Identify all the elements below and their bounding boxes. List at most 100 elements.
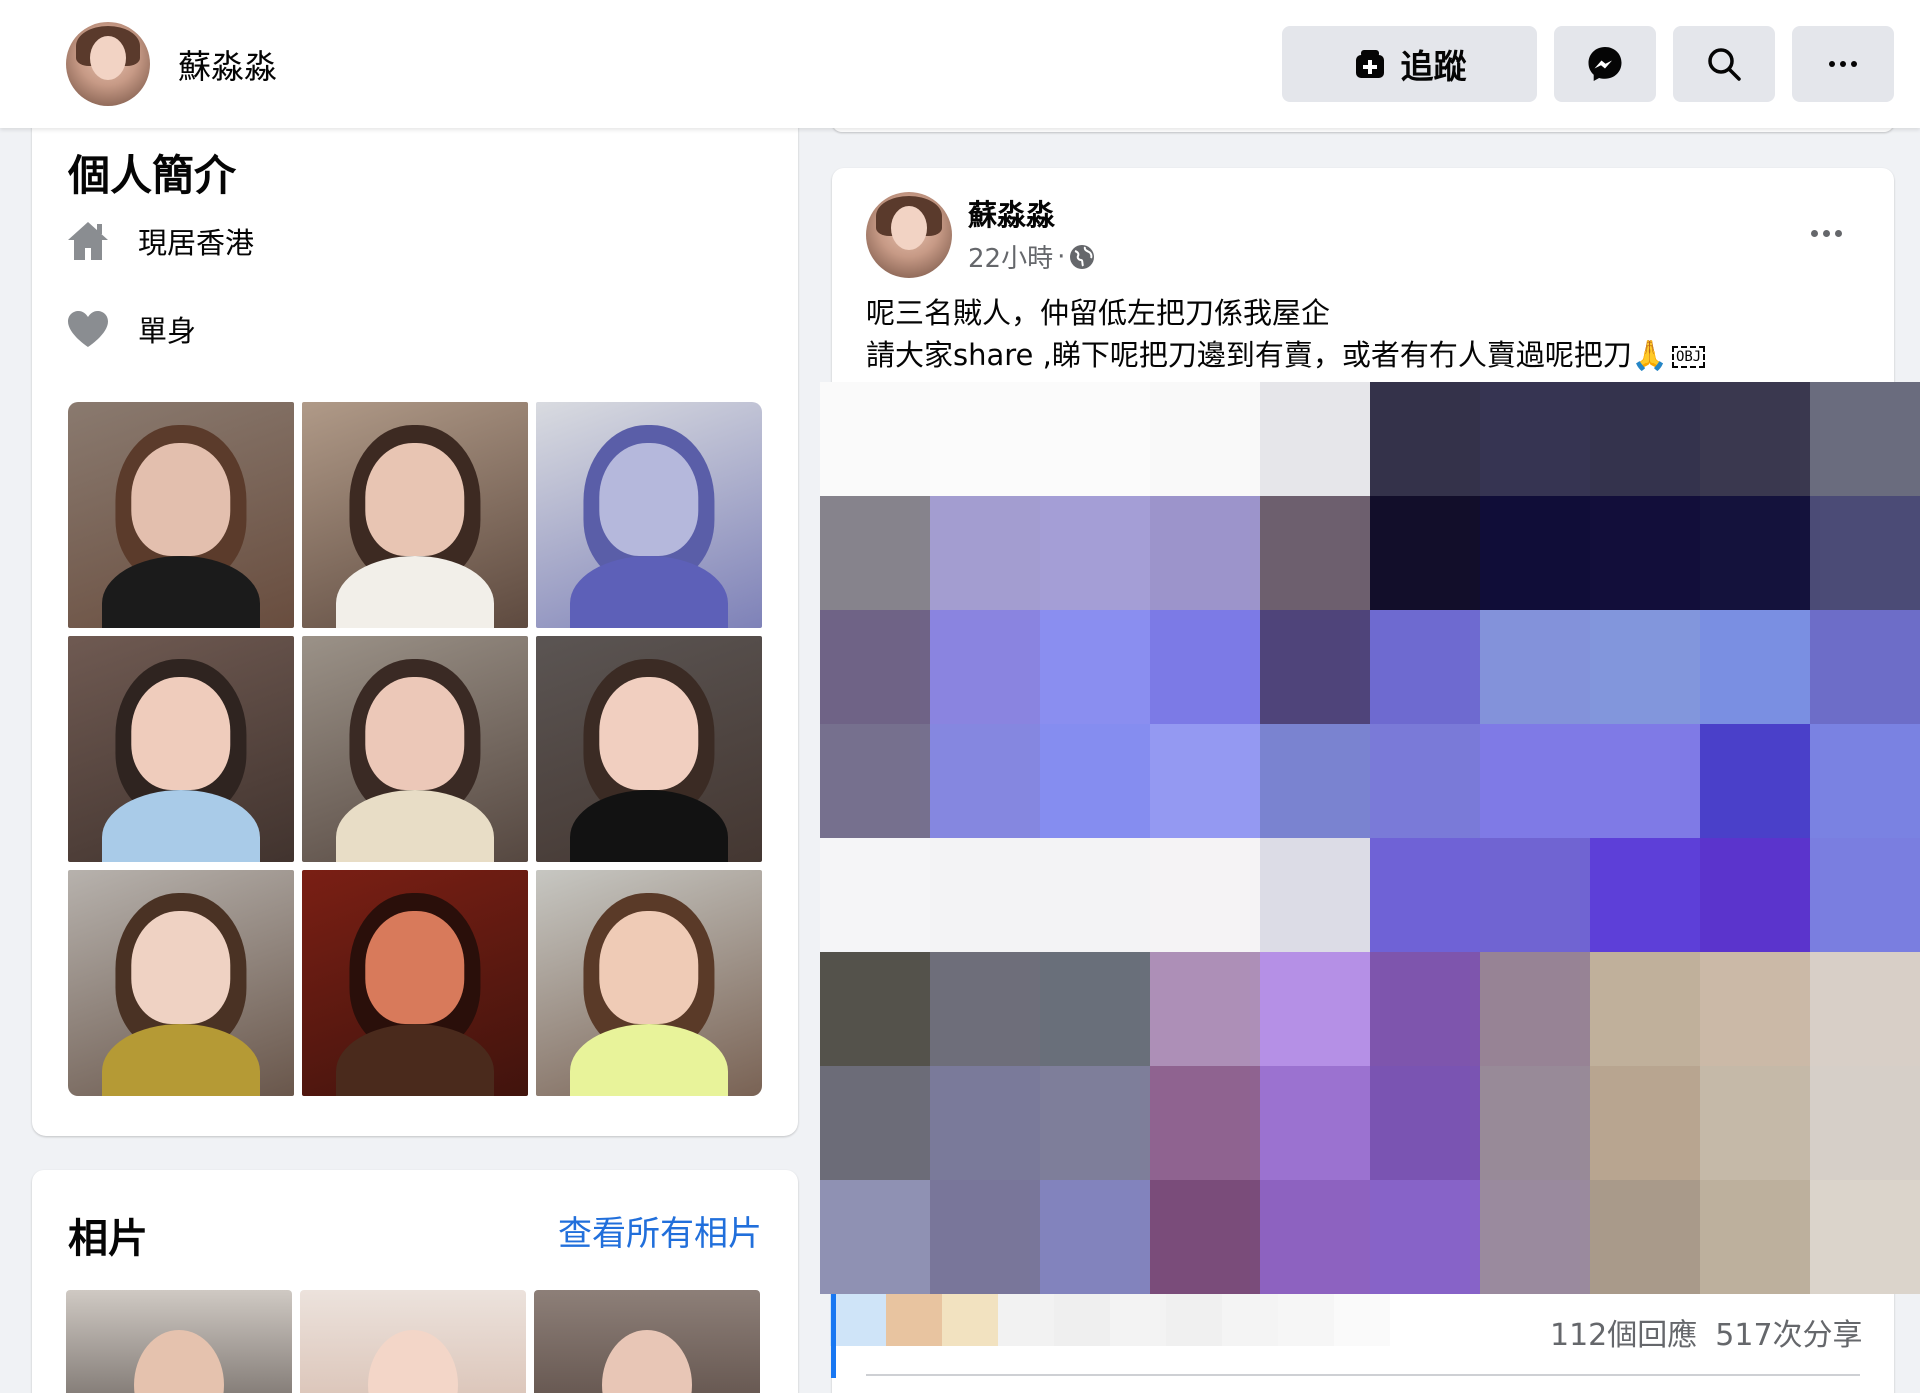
post-meta: 22小時 · [968,238,1095,275]
photo-face-shape [365,442,465,556]
photos-card: 相片 查看所有相片 [32,1170,798,1393]
intro-card: 個人簡介 現居香港 單身 [32,116,798,1136]
post-more-button[interactable] [1811,230,1842,237]
photo-face-shape [602,1330,692,1393]
profile-header: 蘇淼淼 追蹤 [0,0,1920,128]
more-options-button[interactable] [1792,26,1894,102]
photo-body-shape [569,789,729,862]
mosaic-cell [1480,724,1590,838]
photo-body-shape [335,555,495,628]
featured-photo[interactable] [536,636,762,862]
mosaic-cell [1700,952,1810,1066]
home-icon [68,222,108,260]
featured-photo[interactable] [536,402,762,628]
mosaic-cell [820,496,930,610]
post-accent-bar [831,1294,836,1378]
featured-photo[interactable] [68,636,294,862]
mosaic-cell [1700,1180,1810,1294]
photo-body-shape [101,789,261,862]
featured-photo[interactable] [302,870,528,1096]
search-icon [1708,48,1741,81]
mosaic-cell [1040,838,1150,952]
post-stats: 112個回應 517次分享 [1550,1310,1863,1354]
post-text-line-1: 呢三名賊人，仲留低左把刀係我屋企 [866,296,1331,330]
mosaic-cell [930,496,1040,610]
mosaic-cell [820,838,930,952]
photo-thumbnail[interactable] [66,1290,292,1393]
photo-body-shape [335,789,495,862]
photo-face-shape [131,676,231,790]
lives-in-text: 現居香港 [138,226,255,260]
see-all-photos-link[interactable]: 查看所有相片 [558,1206,762,1255]
mosaic-cell [1040,1066,1150,1180]
globe-icon[interactable] [1069,244,1095,270]
featured-photo[interactable] [68,870,294,1096]
mosaic-cell [1590,838,1700,952]
mosaic-strip-cell [942,1294,998,1346]
intro-title: 個人簡介 [68,151,237,200]
mosaic-cell [1370,1066,1480,1180]
post-image-bottom-strip [830,1294,1390,1346]
mosaic-strip-cell [886,1294,942,1346]
messenger-button[interactable] [1554,26,1656,102]
featured-photo[interactable] [68,402,294,628]
mosaic-cell [1810,838,1920,952]
mosaic-cell [1590,1066,1700,1180]
mosaic-cell [1370,952,1480,1066]
featured-photo[interactable] [302,402,528,628]
mosaic-cell [1480,610,1590,724]
mosaic-cell [1480,496,1590,610]
relationship-text: 單身 [138,314,197,348]
profile-name[interactable]: 蘇淼淼 [178,40,277,88]
photo-face-shape [599,442,699,556]
photo-face-shape [365,910,465,1024]
mosaic-cell [1040,610,1150,724]
photo-face-shape [131,910,231,1024]
mosaic-cell [930,952,1040,1066]
post-image-pixelated[interactable] [820,382,1920,1294]
mosaic-cell [1590,382,1700,496]
post-text: 呢三名賊人，仲留低左把刀係我屋企 請大家share ,睇下呢把刀邊到有賣，或者有… [866,292,1706,376]
mosaic-cell [1150,382,1260,496]
heart-icon [68,311,108,347]
mosaic-cell [1810,1180,1920,1294]
photo-face-shape [368,1330,458,1393]
mosaic-cell [1040,952,1150,1066]
photo-thumbnail[interactable] [300,1290,526,1393]
photos-strip [66,1290,766,1393]
mosaic-cell [1260,952,1370,1066]
post-timestamp[interactable]: 22小時 [968,238,1053,275]
photo-face-shape [365,676,465,790]
mosaic-cell [930,382,1040,496]
mosaic-strip-cell [1278,1294,1334,1346]
reactions-count[interactable]: 112個回應 [1550,1318,1697,1353]
mosaic-cell [1480,1066,1590,1180]
mosaic-cell [1150,724,1260,838]
profile-avatar[interactable] [66,22,150,106]
post-author-name[interactable]: 蘇淼淼 [968,192,1055,234]
mosaic-strip-cell [1054,1294,1110,1346]
post-author-avatar[interactable] [866,192,952,278]
mosaic-cell [1590,952,1700,1066]
messenger-icon [1588,47,1622,81]
mosaic-cell [1370,496,1480,610]
mosaic-strip-cell [1110,1294,1166,1346]
photo-body-shape [101,555,261,628]
featured-photo[interactable] [536,870,762,1096]
follow-button[interactable]: 追蹤 [1282,26,1537,102]
mosaic-cell [1040,496,1150,610]
mosaic-cell [930,838,1040,952]
photo-face-shape [134,1330,224,1393]
mosaic-strip-cell [1334,1294,1390,1346]
post-divider [866,1374,1860,1376]
featured-photo[interactable] [302,636,528,862]
photo-thumbnail[interactable] [534,1290,760,1393]
mosaic-cell [1480,382,1590,496]
mosaic-cell [1370,610,1480,724]
mosaic-cell [930,724,1040,838]
search-button[interactable] [1673,26,1775,102]
shares-count[interactable]: 517次分享 [1715,1318,1862,1353]
photo-body-shape [335,1023,495,1096]
mosaic-strip-cell [998,1294,1054,1346]
mosaic-cell [820,1180,930,1294]
